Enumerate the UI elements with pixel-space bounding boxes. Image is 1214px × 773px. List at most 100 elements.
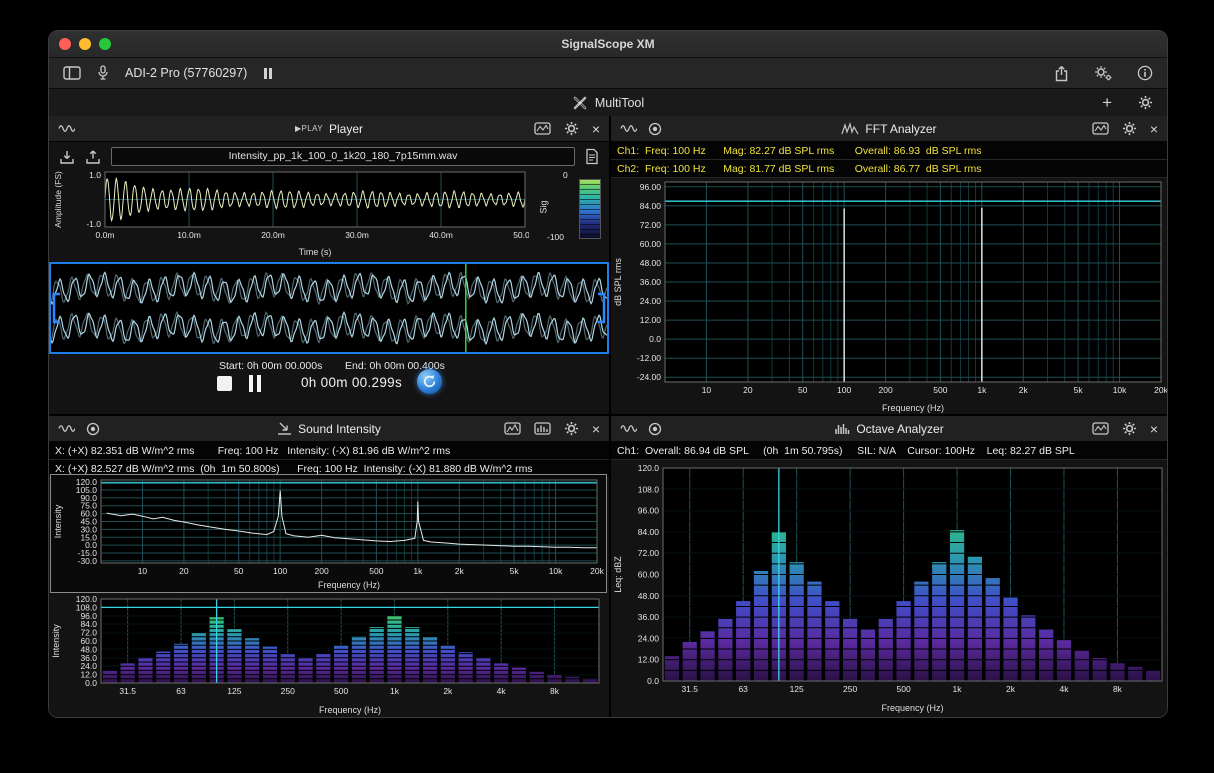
record-icon[interactable] bbox=[648, 122, 662, 136]
waveform-icon[interactable] bbox=[58, 422, 75, 435]
svg-text:4k: 4k bbox=[1059, 684, 1069, 694]
gear-icon[interactable] bbox=[1122, 421, 1137, 436]
svg-text:50: 50 bbox=[798, 385, 808, 395]
intensity-spectrum-frame: 1020501002005001k2k5k10k20k120.0105.090.… bbox=[50, 474, 607, 593]
svg-text:10: 10 bbox=[138, 566, 148, 576]
svg-text:500: 500 bbox=[896, 684, 910, 694]
close-icon[interactable]: × bbox=[1150, 122, 1158, 136]
info-icon[interactable] bbox=[1137, 65, 1153, 81]
spectrum-icon bbox=[841, 122, 859, 135]
svg-text:250: 250 bbox=[281, 686, 295, 696]
svg-text:0.0: 0.0 bbox=[647, 676, 659, 686]
svg-text:500: 500 bbox=[334, 686, 348, 696]
close-icon[interactable]: × bbox=[592, 422, 600, 436]
waveform-icon[interactable] bbox=[58, 122, 75, 135]
audio-filename-field[interactable]: Intensity_pp_1k_100_0_1k20_180_7p15mm.wa… bbox=[111, 147, 575, 166]
intensity-panel-title: Sound Intensity bbox=[298, 422, 381, 436]
selection-start-label: Start: 0h 00m 00.000s bbox=[219, 360, 322, 372]
gear-icon[interactable] bbox=[1122, 121, 1137, 136]
svg-text:-24.00: -24.00 bbox=[637, 372, 661, 382]
fft-spectrum-plot[interactable]: 1020501002005001k2k5k10k20k96.0084.0072.… bbox=[611, 176, 1167, 414]
amplitude-time-plot[interactable]: 1.0-1.00.0m10.0m20.0m30.0m40.0m50.0mAmpl… bbox=[51, 168, 529, 258]
player-panel-title: Player bbox=[329, 122, 363, 136]
display-options-icon[interactable] bbox=[1092, 422, 1109, 435]
svg-text:40.0m: 40.0m bbox=[429, 230, 453, 240]
settings-gears-icon[interactable] bbox=[1093, 65, 1113, 82]
toolbar-right-group bbox=[1054, 65, 1153, 82]
svg-text:-1.0: -1.0 bbox=[86, 219, 101, 229]
fft-status-ch1: Ch1: Freq: 100 Hz Mag: 82.27 dB SPL rms … bbox=[611, 142, 1167, 160]
display-options-line-icon[interactable] bbox=[504, 422, 521, 435]
sig-meter-bar bbox=[579, 179, 601, 239]
zoom-window-button[interactable] bbox=[99, 38, 111, 50]
main-toolbar: ADI-2 Pro (57760297) bbox=[49, 58, 1167, 89]
waveform-icon[interactable] bbox=[620, 422, 637, 435]
display-options-bar-icon[interactable] bbox=[534, 422, 551, 435]
content-area: ▶PLAY Player × bbox=[49, 116, 1167, 717]
close-icon[interactable]: × bbox=[592, 122, 600, 136]
svg-text:31.5: 31.5 bbox=[681, 684, 698, 694]
pause-button[interactable] bbox=[249, 375, 263, 392]
svg-text:125: 125 bbox=[227, 686, 241, 696]
gear-icon[interactable] bbox=[564, 421, 579, 436]
svg-text:96.00: 96.00 bbox=[638, 506, 660, 516]
svg-text:30.0m: 30.0m bbox=[345, 230, 369, 240]
monitor-button[interactable] bbox=[417, 369, 442, 394]
svg-text:Amplitude (FS): Amplitude (FS) bbox=[53, 171, 63, 228]
display-options-icon[interactable] bbox=[1092, 122, 1109, 135]
signal-level-meter: 0 Sig -100 bbox=[541, 170, 607, 260]
svg-text:72.00: 72.00 bbox=[638, 548, 660, 558]
svg-text:125: 125 bbox=[790, 684, 804, 694]
svg-text:Frequency (Hz): Frequency (Hz) bbox=[318, 580, 380, 590]
multitool-bar: MultiTool + bbox=[49, 89, 1167, 118]
svg-text:24.00: 24.00 bbox=[638, 633, 660, 643]
intensity-octave-plot[interactable]: 31.5631252505001k2k4k8k120.0108.096.084.… bbox=[49, 596, 609, 716]
close-window-button[interactable] bbox=[59, 38, 71, 50]
waveform-icon[interactable] bbox=[620, 122, 637, 135]
svg-text:250: 250 bbox=[843, 684, 857, 694]
share-icon[interactable] bbox=[1054, 65, 1069, 82]
intensity-panel-header: Sound Intensity × bbox=[49, 416, 609, 442]
svg-text:20k: 20k bbox=[1154, 385, 1167, 395]
device-name[interactable]: ADI-2 Pro (57760297) bbox=[125, 66, 247, 80]
svg-text:2k: 2k bbox=[1006, 684, 1016, 694]
sound-intensity-panel: Sound Intensity × X: (+X) 82.351 dB W/m^… bbox=[49, 416, 609, 717]
minimize-window-button[interactable] bbox=[79, 38, 91, 50]
svg-text:2k: 2k bbox=[455, 566, 465, 576]
waveform-overview[interactable] bbox=[49, 262, 609, 354]
svg-text:0.0: 0.0 bbox=[649, 334, 661, 344]
svg-text:20.0m: 20.0m bbox=[261, 230, 285, 240]
svg-text:24.00: 24.00 bbox=[640, 296, 662, 306]
stop-button[interactable] bbox=[217, 376, 232, 391]
svg-text:0.0: 0.0 bbox=[85, 678, 97, 688]
svg-text:Leq: dBZ: Leq: dBZ bbox=[613, 556, 623, 593]
import-audio-icon[interactable] bbox=[59, 149, 75, 165]
titlebar[interactable]: SignalScope XM bbox=[49, 31, 1167, 58]
svg-text:10: 10 bbox=[702, 385, 712, 395]
record-icon[interactable] bbox=[86, 422, 100, 436]
sidebar-toggle-icon[interactable] bbox=[63, 66, 81, 80]
svg-text:4k: 4k bbox=[497, 686, 507, 696]
display-options-icon[interactable] bbox=[534, 122, 551, 135]
svg-text:60.00: 60.00 bbox=[638, 570, 660, 580]
close-icon[interactable]: × bbox=[1150, 422, 1158, 436]
file-details-icon[interactable] bbox=[585, 148, 599, 165]
svg-text:1k: 1k bbox=[953, 684, 963, 694]
svg-text:Time (s): Time (s) bbox=[299, 247, 332, 257]
microphone-icon[interactable] bbox=[97, 65, 109, 81]
intensity-spectrum-plot[interactable]: 1020501002005001k2k5k10k20k120.0105.090.… bbox=[51, 475, 606, 591]
svg-text:2k: 2k bbox=[443, 686, 453, 696]
window-title: SignalScope XM bbox=[49, 31, 1167, 57]
svg-text:12.00: 12.00 bbox=[640, 315, 662, 325]
add-tool-icon[interactable]: + bbox=[1102, 94, 1112, 111]
export-audio-icon[interactable] bbox=[85, 149, 101, 165]
record-icon[interactable] bbox=[648, 422, 662, 436]
gear-icon[interactable] bbox=[564, 121, 579, 136]
svg-text:Frequency (Hz): Frequency (Hz) bbox=[882, 403, 944, 413]
octave-band-plot[interactable]: 31.5631252505001k2k4k8k120.0108.096.0084… bbox=[611, 462, 1167, 714]
svg-text:36.00: 36.00 bbox=[640, 277, 662, 287]
svg-text:200: 200 bbox=[879, 385, 893, 395]
pause-device-icon[interactable] bbox=[263, 67, 273, 80]
svg-text:-30.0: -30.0 bbox=[78, 556, 98, 566]
gear-icon[interactable] bbox=[1138, 95, 1153, 110]
